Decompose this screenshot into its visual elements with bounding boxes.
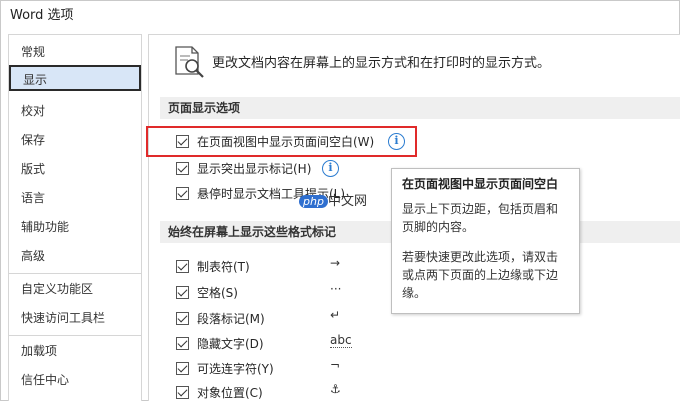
sidebar-item-advanced[interactable]: 高级 — [9, 243, 141, 269]
checkbox-paragraph-marks[interactable] — [176, 312, 189, 325]
optional-hyphen-mark-icon: ¬ — [330, 358, 341, 372]
sidebar-item-language[interactable]: 语言 — [9, 185, 141, 211]
option-label: 对象位置(C) — [197, 386, 263, 400]
display-settings-icon — [175, 46, 204, 78]
checkbox-show-document-tooltips[interactable] — [176, 187, 189, 200]
sidebar-item-typography[interactable]: 版式 — [9, 156, 141, 182]
sidebar-item-display[interactable]: 显示 — [9, 65, 141, 91]
tooltip-text: 若要快速更改此选项，请双击或点两下页面的上边缘或下边缘。 — [402, 250, 559, 300]
checkbox-show-highlighter-marks[interactable] — [176, 162, 189, 175]
watermark-badge: php — [299, 195, 328, 208]
sidebar-item-proofing[interactable]: 校对 — [9, 98, 141, 124]
option-label: 显示突出显示标记(H) — [197, 162, 312, 176]
paragraph-mark-icon: ↵ — [330, 308, 341, 322]
sidebar-item-trust-center[interactable]: 信任中心 — [9, 367, 141, 393]
sidebar-item-quick-access-toolbar[interactable]: 快速访问工具栏 — [9, 305, 141, 331]
info-icon[interactable]: i — [322, 160, 339, 177]
sidebar-item-general[interactable]: 常规 — [9, 39, 141, 65]
checkbox-hidden-text[interactable] — [176, 337, 189, 350]
sidebar-item-customize-ribbon[interactable]: 自定义功能区 — [9, 276, 141, 302]
option-label: 空格(S) — [197, 286, 238, 300]
anchor-mark-icon: ⚓ — [330, 382, 341, 396]
sidebar-item-accessibility[interactable]: 辅助功能 — [9, 214, 141, 240]
watermark-text: 中文网 — [327, 194, 367, 209]
sidebar-item-addins[interactable]: 加载项 — [9, 338, 141, 364]
highlight-box — [146, 126, 417, 157]
checkbox-object-anchors[interactable] — [176, 386, 189, 399]
option-tooltip: 在页面视图中显示页面间空白 显示上下页边距，包括页眉和页脚的内容。 若要快速更改… — [391, 168, 580, 314]
page-description: 更改文档内容在屏幕上的显示方式和在打印时的显示方式。 — [212, 56, 551, 71]
hidden-text-mark-icon: abc — [330, 333, 352, 348]
checkbox-tab-characters[interactable] — [176, 260, 189, 273]
tooltip-text: 显示上下页边距，包括页眉和页脚的内容。 — [402, 202, 559, 234]
section-page-display-options: 页面显示选项 — [160, 97, 680, 119]
checkbox-optional-hyphens[interactable] — [176, 362, 189, 375]
checkbox-spaces[interactable] — [176, 286, 189, 299]
option-label: 制表符(T) — [197, 260, 250, 274]
sidebar-divider — [9, 335, 141, 336]
dialog-title: Word 选项 — [10, 8, 74, 23]
option-label: 段落标记(M) — [197, 312, 265, 326]
option-label: 可选连字符(Y) — [197, 362, 274, 376]
tab-mark-icon: → — [330, 256, 341, 270]
option-label: 隐藏文字(D) — [197, 337, 264, 351]
sidebar-nav: 常规 显示 校对 保存 版式 语言 辅助功能 高级 自定义功能区 快速访问工具栏… — [8, 34, 142, 401]
tooltip-title: 在页面视图中显示页面间空白 — [402, 177, 559, 191]
sidebar-divider — [9, 273, 141, 274]
space-mark-icon: ··· — [330, 282, 342, 296]
watermark: php 中文网 — [299, 190, 367, 209]
sidebar-item-save[interactable]: 保存 — [9, 127, 141, 153]
